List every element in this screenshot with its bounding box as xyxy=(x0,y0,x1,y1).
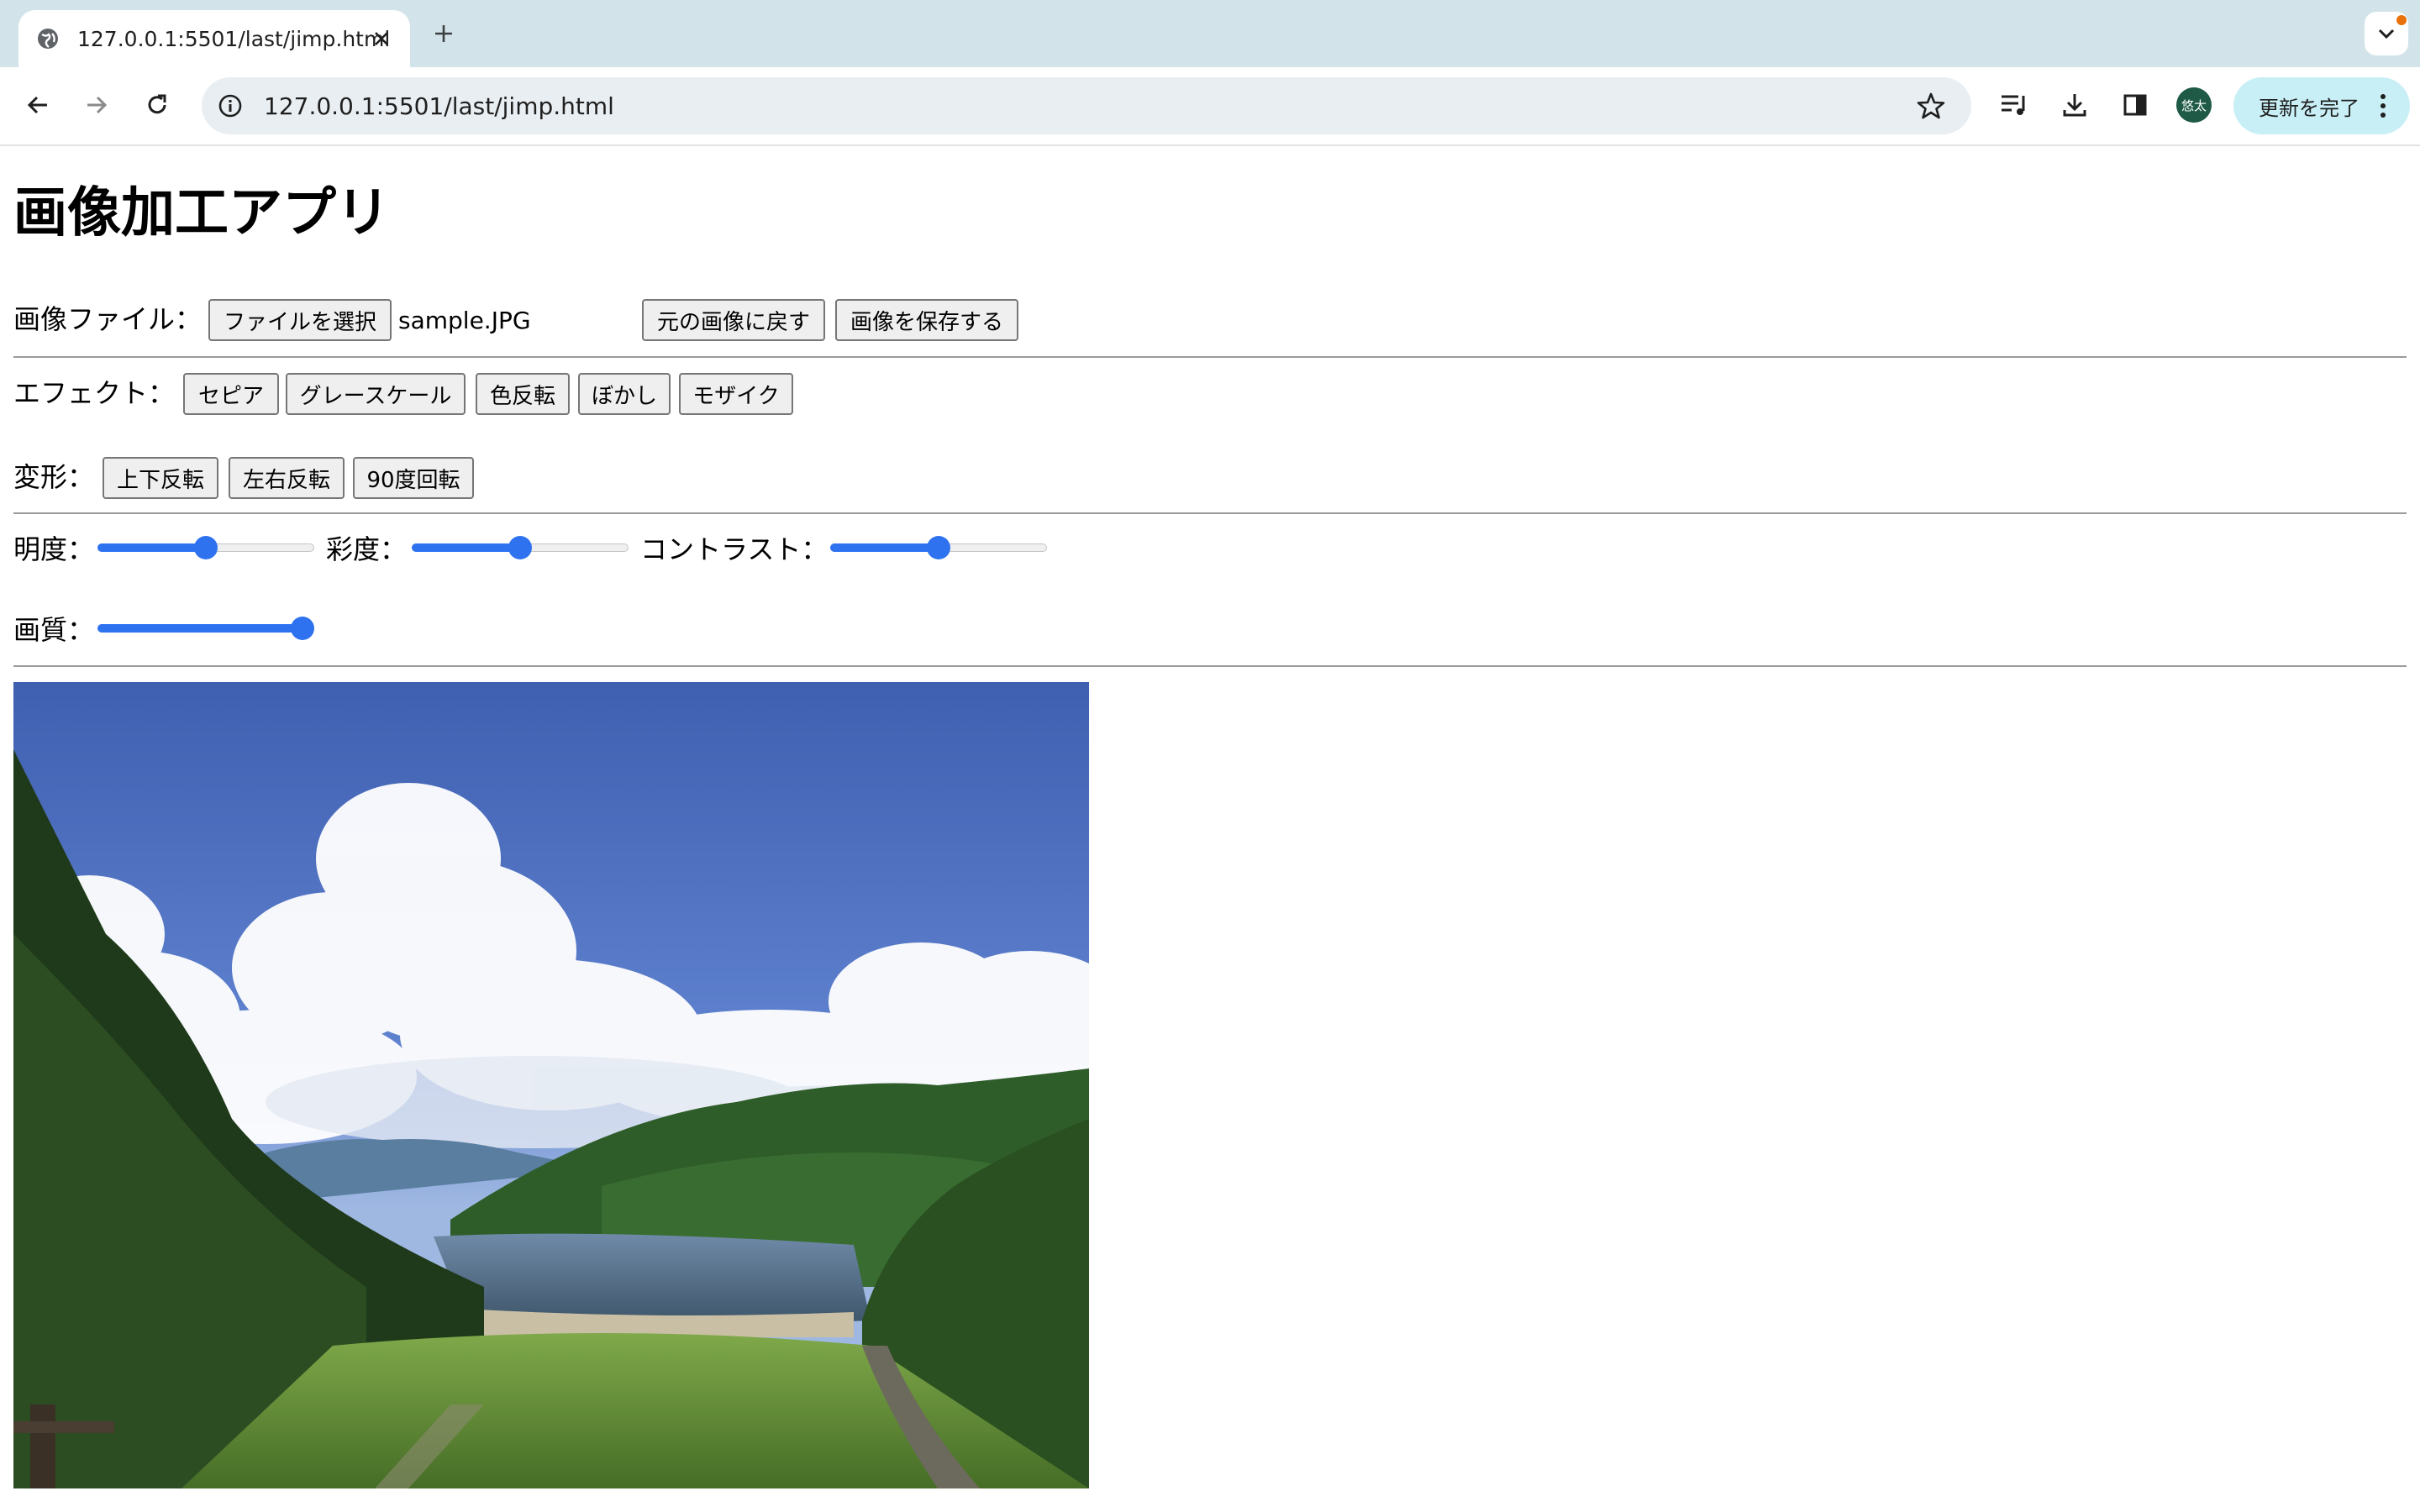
reload-icon[interactable] xyxy=(138,86,176,124)
effect-mosaic-button[interactable]: モザイク xyxy=(679,373,793,415)
transform-label: 変形： xyxy=(13,461,95,493)
quality-slider[interactable] xyxy=(97,617,314,640)
page-title: 画像加工アプリ xyxy=(13,182,390,244)
notification-dot xyxy=(2396,15,2407,25)
file-select-button[interactable]: ファイルを選択 xyxy=(208,299,392,341)
forward-arrow-icon[interactable] xyxy=(77,86,116,124)
slider-thumb[interactable] xyxy=(927,536,950,559)
slider-thumb[interactable] xyxy=(194,536,218,559)
back-arrow-icon[interactable] xyxy=(18,86,57,124)
divider xyxy=(13,356,2407,358)
download-icon[interactable] xyxy=(2055,86,2094,124)
update-button-label: 更新を完了 xyxy=(2259,96,2360,120)
effect-sepia-button[interactable]: セピア xyxy=(183,373,279,415)
address-bar[interactable]: 127.0.0.1:5501/last/jimp.html xyxy=(202,77,1971,134)
file-label: 画像ファイル： xyxy=(13,303,203,335)
brightness-label: 明度： xyxy=(13,533,95,565)
profile-initials: 悠太 xyxy=(2181,97,2207,113)
slider-fill xyxy=(830,543,939,552)
slider-thumb[interactable] xyxy=(508,536,532,559)
effect-label: エフェクト： xyxy=(13,377,176,409)
slider-fill xyxy=(412,543,520,552)
flip-vertical-button[interactable]: 上下反転 xyxy=(103,457,218,499)
profile-avatar[interactable]: 悠太 xyxy=(2176,87,2212,123)
browser-tab-strip: 127.0.0.1:5501/last/jimp.html xyxy=(0,0,2420,67)
side-panel-icon[interactable] xyxy=(2116,86,2154,124)
saturation-label: 彩度： xyxy=(326,533,408,565)
effect-grayscale-button[interactable]: グレースケール xyxy=(286,373,466,415)
rotate-90-button[interactable]: 90度回転 xyxy=(353,457,474,499)
browser-toolbar: 127.0.0.1:5501/last/jimp.html 悠太 更新を完了 xyxy=(0,67,2420,146)
effect-blur-button[interactable]: ぼかし xyxy=(578,373,671,415)
update-browser-button[interactable]: 更新を完了 xyxy=(2233,77,2410,134)
slider-thumb[interactable] xyxy=(291,617,314,640)
close-icon[interactable] xyxy=(368,25,395,52)
slider-fill xyxy=(97,624,302,633)
brightness-slider[interactable] xyxy=(97,536,314,559)
url-text: 127.0.0.1:5501/last/jimp.html xyxy=(264,92,614,120)
page-content: 画像加工アプリ 画像ファイル： ファイルを選択 sample.JPG 元の画像に… xyxy=(0,146,2420,1512)
globe-icon xyxy=(35,26,60,51)
reading-list-icon[interactable] xyxy=(1995,86,2033,124)
tab-search-chevron-down-icon[interactable] xyxy=(2365,12,2408,55)
quality-label: 画質： xyxy=(13,614,95,646)
browser-tab[interactable]: 127.0.0.1:5501/last/jimp.html xyxy=(18,10,410,67)
reset-image-button[interactable]: 元の画像に戻す xyxy=(642,299,825,341)
contrast-label: コントラスト： xyxy=(640,533,829,565)
bookmark-star-icon[interactable] xyxy=(1916,91,1946,121)
divider xyxy=(13,665,2407,667)
site-info-icon[interactable] xyxy=(213,89,247,123)
effect-invert-button[interactable]: 色反転 xyxy=(476,373,570,415)
saturation-slider[interactable] xyxy=(412,536,629,559)
new-tab-plus-icon[interactable] xyxy=(427,17,460,50)
divider xyxy=(13,512,2407,514)
flip-horizontal-button[interactable]: 左右反転 xyxy=(229,457,345,499)
save-image-button[interactable]: 画像を保存する xyxy=(835,299,1018,341)
tab-title: 127.0.0.1:5501/last/jimp.html xyxy=(77,26,391,51)
selected-file-name: sample.JPG xyxy=(398,307,531,334)
contrast-slider[interactable] xyxy=(830,536,1047,559)
slider-fill xyxy=(97,543,206,552)
processed-image xyxy=(13,682,1089,1488)
more-vertical-icon xyxy=(2380,94,2386,118)
